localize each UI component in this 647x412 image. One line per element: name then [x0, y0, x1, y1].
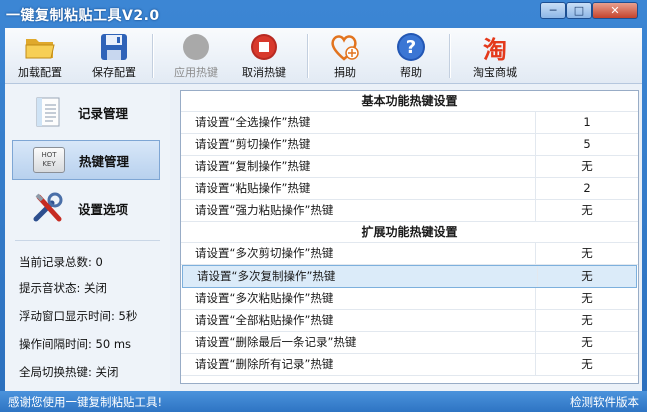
svg-text:?: ? — [406, 37, 416, 58]
hotkey-row-label: 请设置“复制操作”热键 — [181, 156, 536, 177]
panel-divider — [15, 240, 160, 241]
hotkey-row-value: 1 — [583, 115, 591, 129]
record-count-text: 当前记录总数: 0 — [19, 255, 103, 269]
left-panel: 记录管理 HOT KEY 热键管理 设置选项 当前记录总数: 0 提示音状态: … — [5, 84, 170, 391]
sound-status-text: 提示音状态: 关闭 — [19, 281, 108, 295]
save-config-label: 保存配置 — [92, 66, 136, 79]
hotkey-row-label: 请设置“全部粘贴操作”热键 — [181, 310, 536, 331]
hotkey-row[interactable]: 请设置“删除所有记录”热键 无 — [181, 354, 638, 376]
hotkey-row-label: 请设置“删除所有记录”热键 — [181, 354, 536, 375]
app-window: 一键复制粘贴工具V2.0 ─ □ ✕ 加载配置 保存配置 应用热键 取消热键 捐… — [0, 0, 647, 412]
apply-hotkey-icon — [181, 32, 211, 62]
close-button[interactable]: ✕ — [592, 2, 638, 19]
nav-hotkey-management-label: 热键管理 — [79, 153, 130, 169]
maximize-button[interactable]: □ — [566, 2, 592, 19]
taobao-glyph: 淘 — [483, 35, 507, 64]
toolbar-separator — [449, 34, 451, 78]
hotkey-row-label: 请设置“全选操作”热键 — [181, 112, 536, 133]
hotkey-row-value: 无 — [581, 269, 593, 283]
taobao-mall-button[interactable]: 淘 淘宝商城 — [465, 32, 525, 80]
tools-icon — [30, 192, 66, 224]
cancel-hotkey-button[interactable]: 取消热键 — [237, 32, 291, 80]
nav-record-management-label: 记录管理 — [78, 105, 129, 121]
hotkey-row-value: 2 — [583, 181, 591, 195]
donate-button[interactable]: 捐助 — [323, 32, 367, 80]
title-bar[interactable]: 一键复制粘贴工具V2.0 ─ □ ✕ — [0, 0, 647, 28]
operation-interval-text: 操作间隔时间: 50 ms — [19, 337, 132, 351]
hotkey-row-value: 无 — [581, 246, 593, 260]
hotkey-row[interactable]: 请设置“全部粘贴操作”热键 无 — [181, 310, 638, 332]
cancel-hotkey-label: 取消热键 — [242, 66, 286, 79]
global-toggle-hotkey-text: 全局切换热键: 关闭 — [19, 365, 119, 379]
hotkey-row-value: 无 — [581, 335, 593, 349]
nav-settings-label: 设置选项 — [78, 201, 129, 217]
hotkey-row-label: 请设置“强力粘贴操作”热键 — [181, 200, 536, 221]
check-version-link[interactable]: 检测软件版本 — [570, 394, 639, 410]
notepad-icon — [30, 96, 66, 128]
hotkey-row[interactable]: 请设置“多次粘贴操作”热键 无 — [181, 288, 638, 310]
hotkey-icon-text: HOT KEY — [33, 147, 65, 173]
client-area: 加载配置 保存配置 应用热键 取消热键 捐助 ? 帮助 淘 淘宝商城 记录管理 … — [5, 28, 642, 391]
hotkey-settings-list: 基本功能热键设置 请设置“全选操作”热键 1 请设置“剪切操作”热键 5 请设置“复… — [180, 90, 639, 384]
help-icon: ? — [396, 32, 426, 62]
hotkey-row-label: 请设置“多次粘贴操作”热键 — [181, 288, 536, 309]
donate-label: 捐助 — [334, 66, 356, 79]
hotkey-row[interactable]: 请设置“全选操作”热键 1 — [181, 112, 638, 134]
hotkey-row-label: 请设置“粘贴操作”热键 — [181, 178, 536, 199]
minimize-icon: ─ — [549, 4, 557, 17]
close-icon: ✕ — [610, 4, 620, 17]
toolbar: 加载配置 保存配置 应用热键 取消热键 捐助 ? 帮助 淘 淘宝商城 — [5, 28, 642, 84]
load-config-button[interactable]: 加载配置 — [13, 32, 67, 80]
taobao-icon: 淘 — [480, 32, 510, 64]
hotkey-row-selected[interactable]: 请设置“多次复制操作”热键 无 — [182, 265, 637, 288]
extended-section-header: 扩展功能热键设置 — [181, 222, 638, 243]
nav-settings[interactable]: 设置选项 — [12, 188, 160, 228]
floppy-disk-icon — [99, 32, 129, 62]
hotkey-row-value: 无 — [581, 313, 593, 327]
hotkey-row-label: 请设置“删除最后一条记录”热键 — [181, 332, 536, 353]
hotkey-row-label: 请设置“多次复制操作”热键 — [183, 266, 538, 287]
status-message: 感谢您使用一键复制粘贴工具! — [8, 395, 163, 409]
hotkey-row[interactable]: 请设置“删除最后一条记录”热键 无 — [181, 332, 638, 354]
hotkey-row-value: 无 — [581, 291, 593, 305]
toolbar-separator — [307, 34, 309, 78]
hotkey-row-value: 无 — [581, 357, 593, 371]
minimize-button[interactable]: ─ — [540, 2, 566, 19]
basic-section-header: 基本功能热键设置 — [181, 91, 638, 112]
maximize-icon: □ — [573, 4, 585, 17]
apply-hotkey-label: 应用热键 — [174, 66, 218, 79]
heart-plus-icon — [330, 32, 360, 62]
hotkey-row-value: 5 — [583, 137, 591, 151]
help-label: 帮助 — [400, 66, 422, 79]
hotkey-row-label: 请设置“多次剪切操作”热键 — [181, 243, 536, 264]
help-button[interactable]: ? 帮助 — [389, 32, 433, 80]
taobao-mall-label: 淘宝商城 — [473, 66, 517, 79]
folder-icon — [25, 32, 55, 62]
hotkey-row-value: 无 — [581, 159, 593, 173]
load-config-label: 加载配置 — [18, 66, 62, 79]
hotkey-row[interactable]: 请设置“多次剪切操作”热键 无 — [181, 243, 638, 265]
hotkey-row[interactable]: 请设置“复制操作”热键 无 — [181, 156, 638, 178]
hotkey-row[interactable]: 请设置“粘贴操作”热键 2 — [181, 178, 638, 200]
hotkey-row-value: 无 — [581, 203, 593, 217]
nav-hotkey-management[interactable]: HOT KEY 热键管理 — [12, 140, 160, 180]
hotkey-row[interactable]: 请设置“强力粘贴操作”热键 无 — [181, 200, 638, 222]
hotkey-row[interactable]: 请设置“剪切操作”热键 5 — [181, 134, 638, 156]
window-title: 一键复制粘贴工具V2.0 — [6, 8, 160, 24]
hotkey-row-label: 请设置“剪切操作”热键 — [181, 134, 536, 155]
hotkey-icon: HOT KEY — [31, 144, 67, 176]
float-window-time-text: 浮动窗口显示时间: 5秒 — [19, 309, 138, 323]
status-bar: 感谢您使用一键复制粘贴工具! 检测软件版本 — [0, 391, 647, 412]
stop-icon — [249, 32, 279, 62]
toolbar-separator — [152, 34, 154, 78]
save-config-button[interactable]: 保存配置 — [87, 32, 141, 80]
apply-hotkey-button[interactable]: 应用热键 — [169, 32, 223, 80]
nav-record-management[interactable]: 记录管理 — [12, 92, 160, 132]
